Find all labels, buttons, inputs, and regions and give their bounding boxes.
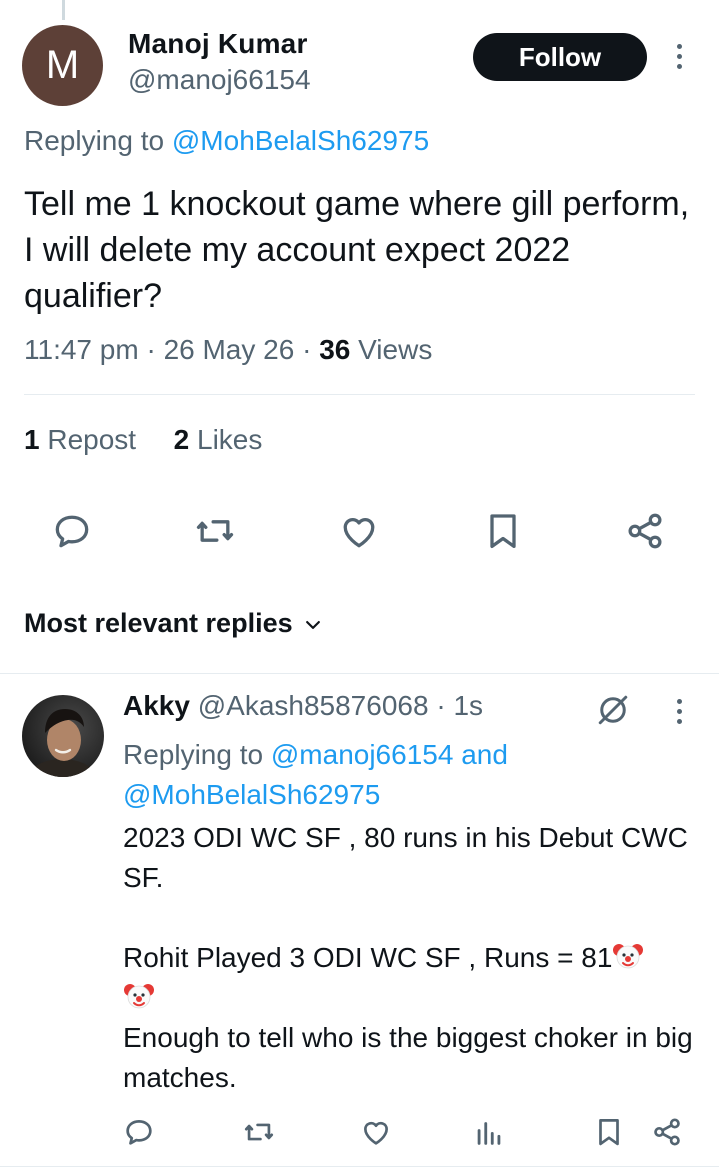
- share-icon[interactable]: [623, 509, 667, 553]
- replying-and: and: [461, 739, 508, 770]
- tweet-date[interactable]: 26 May 26: [164, 334, 295, 365]
- separator-dot: ·: [302, 334, 312, 365]
- follow-button[interactable]: Follow: [473, 33, 647, 81]
- bookmark-icon[interactable]: [592, 1115, 626, 1149]
- clown-emoji-icon: [124, 984, 154, 1009]
- tweet-text: Tell me 1 knockout game where gill perfo…: [24, 185, 690, 315]
- reply-text: 2023 ODI WC SF , 80 runs in his Debut CW…: [123, 818, 698, 1098]
- reply-more-options-icon[interactable]: [674, 699, 684, 729]
- replying-to-link-1[interactable]: @manoj66154: [271, 739, 454, 770]
- like-icon[interactable]: [359, 1115, 393, 1149]
- share-icon[interactable]: [650, 1115, 684, 1149]
- replying-prefix: Replying to: [123, 739, 264, 770]
- retweet-icon[interactable]: [242, 1115, 276, 1149]
- reply-author-name[interactable]: Akky: [123, 690, 190, 721]
- repost-stat[interactable]: 1 Repost: [24, 424, 136, 455]
- reply-line-3: Enough to tell who is the biggest choker…: [123, 1022, 693, 1093]
- likes-stat[interactable]: 2 Likes: [174, 424, 263, 455]
- reply-icon[interactable]: [122, 1115, 156, 1149]
- author-avatar[interactable]: M: [22, 25, 103, 106]
- thread-connector-line: [62, 0, 65, 20]
- retweet-icon[interactable]: [193, 509, 237, 553]
- reply-author-handle[interactable]: @Akash85876068: [198, 690, 429, 721]
- reply-avatar[interactable]: [22, 695, 104, 777]
- tweet-time[interactable]: 11:47 pm: [24, 334, 139, 365]
- views-label: Views: [358, 334, 433, 365]
- views-icon[interactable]: [472, 1115, 506, 1149]
- reply-time[interactable]: 1s: [453, 690, 483, 721]
- engagement-stats: 1 Repost 2 Likes: [24, 424, 262, 456]
- reply-line-1: 2023 ODI WC SF , 80 runs in his Debut CW…: [123, 822, 688, 893]
- separator-dot: ·: [146, 334, 156, 365]
- reply-sort-dropdown[interactable]: Most relevant replies: [24, 608, 323, 639]
- reply-replying-to: Replying to @manoj66154 and @MohBelalSh6…: [123, 735, 683, 815]
- divider: [24, 394, 695, 395]
- reply-header: Akky @Akash85876068 · 1s: [123, 690, 483, 722]
- chevron-down-icon: [305, 620, 320, 629]
- author-handle[interactable]: @manoj66154: [128, 64, 311, 96]
- like-icon[interactable]: [337, 509, 381, 553]
- replying-to-link-2[interactable]: @MohBelalSh62975: [123, 779, 380, 810]
- replying-to-link[interactable]: @MohBelalSh62975: [172, 125, 429, 156]
- clown-emoji-icon: [613, 944, 644, 969]
- grok-icon[interactable]: [595, 692, 631, 728]
- more-options-icon[interactable]: [674, 44, 684, 74]
- author-name[interactable]: Manoj Kumar: [128, 28, 308, 60]
- separator-dot: ·: [436, 690, 446, 721]
- bookmark-icon[interactable]: [481, 509, 525, 553]
- divider: [0, 673, 719, 674]
- reply-line-2: Rohit Played 3 ODI WC SF , Runs = 81: [123, 938, 698, 1018]
- reply-icon[interactable]: [50, 509, 94, 553]
- divider: [0, 1166, 719, 1167]
- tweet-meta: 11:47 pm · 26 May 26 · 36 Views: [24, 334, 432, 366]
- views-count: 36: [319, 334, 351, 365]
- reply-sort-label: Most relevant replies: [24, 608, 293, 638]
- replying-to-line: Replying to @MohBelalSh62975: [24, 125, 429, 157]
- replying-prefix: Replying to: [24, 125, 165, 156]
